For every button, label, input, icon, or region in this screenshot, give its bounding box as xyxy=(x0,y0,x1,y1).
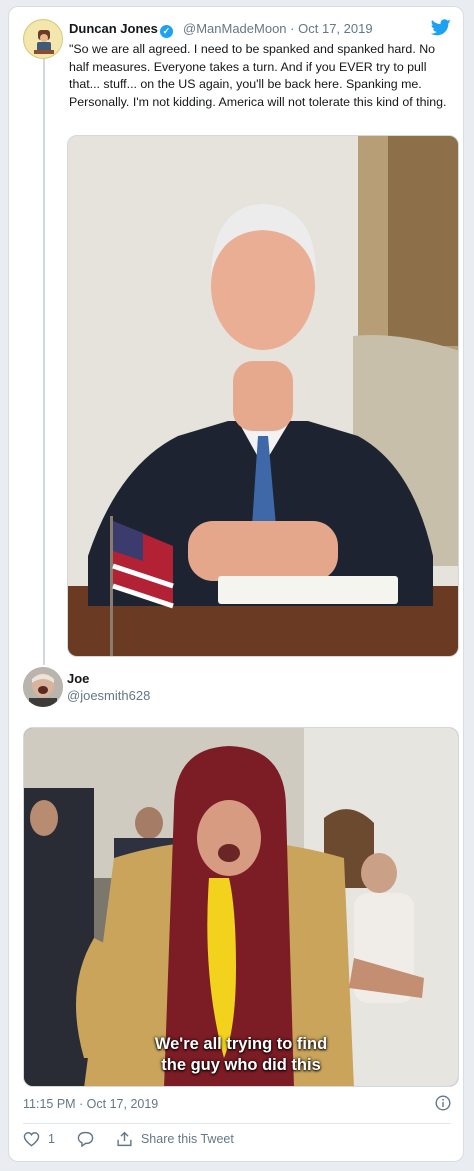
like-button[interactable]: 1 xyxy=(23,1131,55,1147)
share-tweet-button[interactable]: Share this Tweet xyxy=(116,1131,234,1147)
reply-author-name[interactable]: Joe xyxy=(67,671,89,686)
duncan-jones-avatar[interactable] xyxy=(23,19,63,59)
gif-caption-line-1: We're all trying to find xyxy=(154,1035,328,1053)
share-icon xyxy=(117,1131,132,1147)
reply-button[interactable] xyxy=(77,1131,94,1147)
tweet-card: Duncan Jones ✓ @ManMadeMoon · Oct 17, 201… xyxy=(8,6,464,1162)
thread-connector-line xyxy=(43,55,45,665)
tweet-actions-bar: 1 Share this Tweet xyxy=(23,1131,256,1147)
author-handle[interactable]: @ManMadeMoon xyxy=(183,21,287,36)
reply-bubble-icon xyxy=(77,1131,94,1147)
actions-divider xyxy=(23,1123,451,1124)
tweet-text: "So we are all agreed. I need to be span… xyxy=(69,42,447,109)
tweet-photo[interactable] xyxy=(67,135,459,657)
joe-avatar[interactable] xyxy=(23,667,63,707)
gif-caption-line-2: the guy who did this xyxy=(161,1056,321,1074)
author-name[interactable]: Duncan Jones ✓ xyxy=(69,21,173,38)
reply-timestamp[interactable]: 11:15 PM · Oct 17, 2019 xyxy=(23,1097,158,1111)
author-handle-line: @ManMadeMoon · Oct 17, 2019 xyxy=(183,21,373,36)
reply-author-handle[interactable]: @joesmith628 xyxy=(67,688,150,703)
heart-icon xyxy=(23,1132,40,1147)
reply-gif[interactable]: We're all trying to find the guy who did… xyxy=(23,727,459,1087)
verified-badge-icon: ✓ xyxy=(159,25,173,38)
gif-caption: We're all trying to find the guy who did… xyxy=(24,1034,458,1076)
info-icon[interactable] xyxy=(435,1095,451,1116)
dot-separator: · xyxy=(290,21,295,36)
like-count: 1 xyxy=(48,1132,55,1146)
tweet-date[interactable]: Oct 17, 2019 xyxy=(298,21,372,36)
twitter-bird-icon[interactable] xyxy=(430,19,451,41)
share-label: Share this Tweet xyxy=(140,1132,234,1146)
